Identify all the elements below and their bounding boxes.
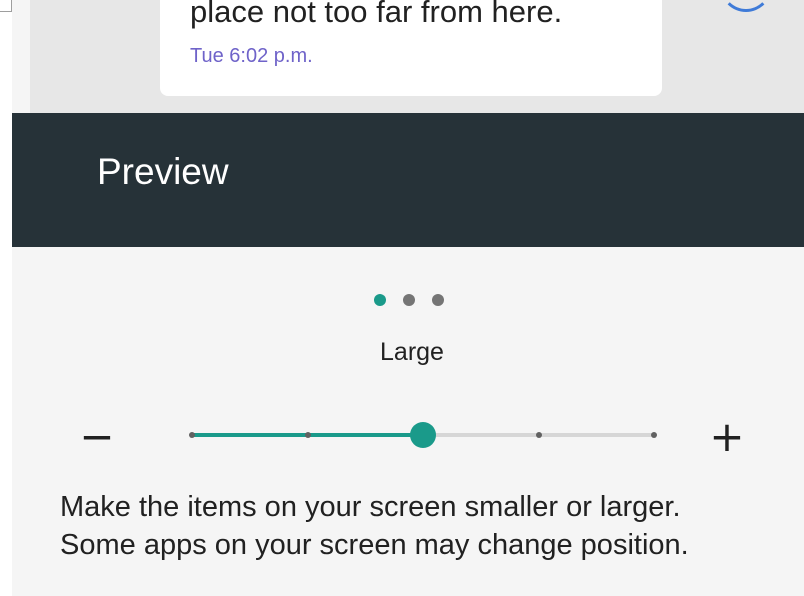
description-line-2: Some apps on your screen may change posi…	[60, 529, 689, 561]
preview-title: Preview	[97, 151, 229, 192]
message-preview-area: place not too far from here. Tue 6:02 p.…	[30, 0, 804, 113]
page-dot-3[interactable]	[432, 294, 444, 306]
decrease-size-button[interactable]: −	[72, 411, 122, 461]
slider-tick-4	[535, 432, 542, 438]
message-bubble: place not too far from here. Tue 6:02 p.…	[160, 0, 662, 96]
font-size-settings-screen: place not too far from here. Tue 6:02 p.…	[12, 0, 804, 596]
message-text: place not too far from here.	[190, 0, 563, 29]
page-indicator	[374, 293, 444, 307]
page-dot-1[interactable]	[374, 294, 386, 306]
window-corner	[0, 0, 12, 12]
size-label: Large	[380, 338, 444, 366]
preview-header: Preview	[12, 113, 804, 247]
message-timestamp: Tue 6:02 p.m.	[190, 45, 313, 67]
page-dot-2[interactable]	[403, 294, 415, 306]
slider-tick-5	[651, 432, 657, 438]
avatar	[720, 0, 772, 12]
description-line-1: Make the items on your screen smaller or…	[60, 491, 681, 523]
size-slider[interactable]	[182, 420, 662, 450]
slider-tick-1	[189, 432, 195, 438]
slider-thumb[interactable]	[410, 422, 436, 448]
description-text: Make the items on your screen smaller or…	[60, 488, 804, 564]
increase-size-button[interactable]: +	[702, 411, 752, 461]
slider-tick-2	[304, 432, 311, 438]
